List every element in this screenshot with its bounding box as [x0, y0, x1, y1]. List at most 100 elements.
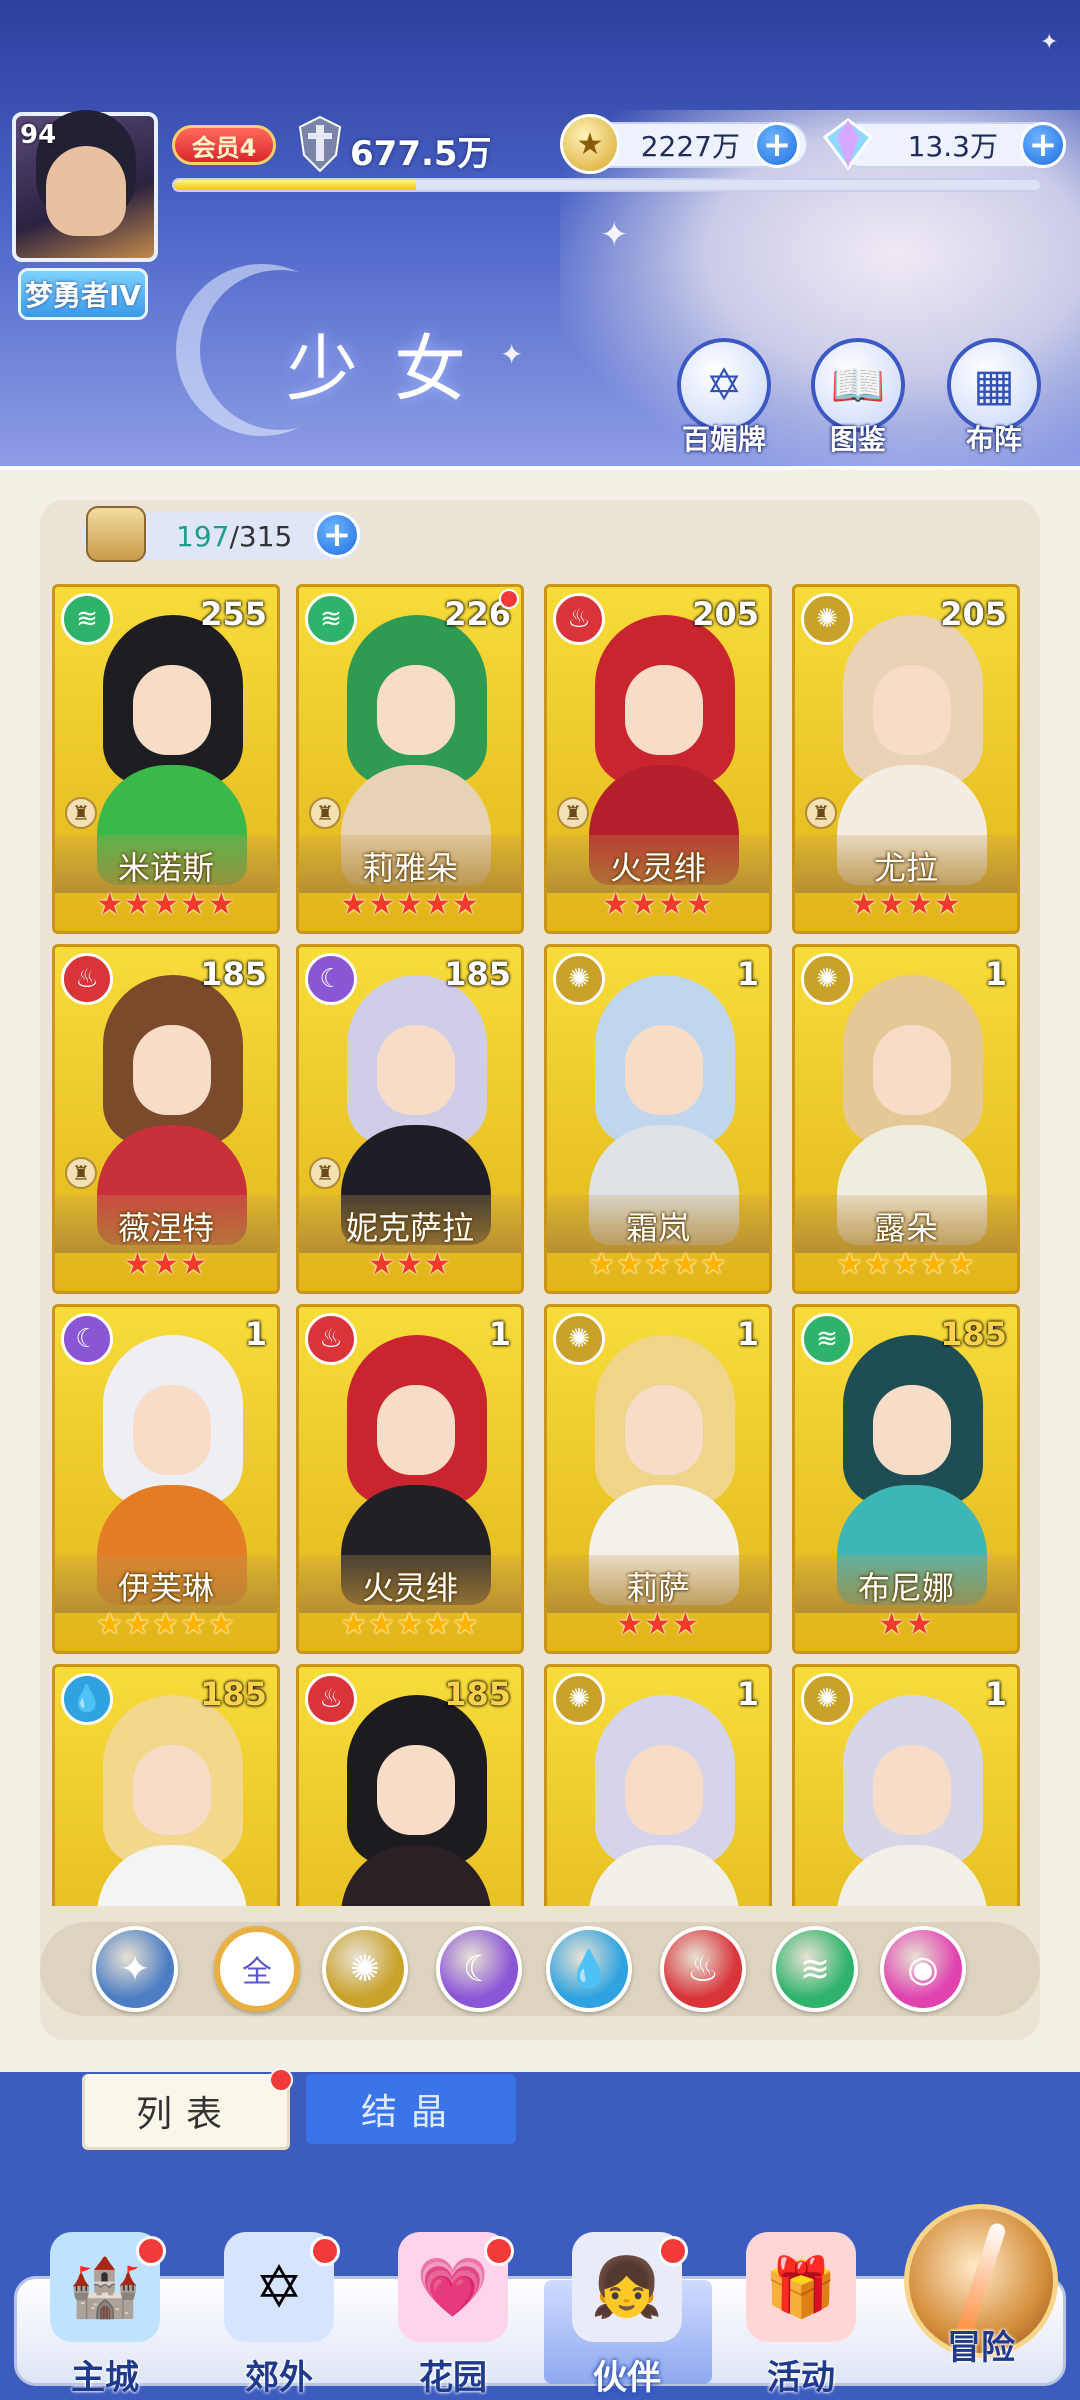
partner-card[interactable]: ≋ 255 ♜ 米诺斯 ★★★★★ — [52, 584, 280, 934]
codex-button[interactable]: 📖 图鉴 — [810, 338, 906, 458]
notification-dot — [136, 2236, 166, 2266]
portrait-face — [377, 1745, 455, 1835]
tab-crystal[interactable]: 结晶 — [306, 2074, 516, 2144]
filter-air-button[interactable]: ✦ — [92, 1926, 178, 2012]
nav-label: 伙伴 — [593, 2358, 661, 2398]
fire-element-icon: ♨ — [61, 953, 113, 1005]
gift-icon: 🎁 — [746, 2232, 856, 2342]
partner-card[interactable]: ♨ 1 火灵绯 ★★★★★ — [296, 1304, 524, 1654]
partner-card[interactable]: ✺ 205 ♜ 尤拉 ★★★★ — [792, 584, 1020, 934]
light-element-icon: ✺ — [553, 1673, 605, 1725]
adventure-label: 冒险 — [947, 2328, 1015, 2368]
player-avatar[interactable]: 94 — [12, 112, 158, 262]
star-icon: ★ — [368, 1607, 397, 1642]
partner-card[interactable]: ≋ 226 ♜ 莉雅朵 ★★★★★ — [296, 584, 524, 934]
filter-light-button[interactable]: ✺ — [322, 1926, 408, 2012]
star-rating: ★★★★★ — [55, 1607, 277, 1642]
chess-piece-icon: ♜ — [309, 797, 341, 829]
partner-level: 205 — [692, 595, 759, 633]
add-gold-button[interactable]: + — [754, 122, 800, 168]
chess-piece-icon: ♜ — [557, 797, 589, 829]
star-icon: ★ — [658, 887, 686, 922]
star-icon: ★ — [850, 887, 879, 922]
star-icon: ★ — [207, 1607, 236, 1642]
chess-piece-icon: ♜ — [65, 1157, 97, 1189]
partner-capacity-text: 197/315 — [176, 520, 292, 553]
portrait-face — [625, 1385, 703, 1475]
filter-pink-button[interactable]: ◉ — [880, 1926, 966, 2012]
nav-partners[interactable]: 👧 伙伴 — [552, 2232, 702, 2398]
vip-badge[interactable]: 会员4 — [172, 125, 276, 165]
star-icon: ★ — [906, 1607, 934, 1642]
nav-events[interactable]: 🎁 活动 — [726, 2232, 876, 2398]
partner-card[interactable]: 💧 185 — [52, 1664, 280, 1906]
star-icon: ★ — [644, 1607, 672, 1642]
codex-label: 图鉴 — [829, 423, 886, 456]
expand-capacity-button[interactable]: + — [314, 512, 360, 558]
partner-card[interactable]: ✺ 1 露朵 ★★★★★ — [792, 944, 1020, 1294]
formation-button[interactable]: ▦ 布阵 — [946, 338, 1042, 458]
notification-dot — [484, 2236, 514, 2266]
partner-card[interactable]: ≋ 185 布尼娜 ★★ — [792, 1304, 1020, 1654]
filter-dark-button[interactable]: ☾ — [436, 1926, 522, 2012]
star-icon: ★ — [616, 1607, 645, 1642]
partner-card[interactable]: ✺ 1 — [544, 1664, 772, 1906]
portrait-face — [377, 665, 455, 755]
charm-cards-button[interactable]: ✡ 百媚牌 — [676, 338, 772, 458]
gold-coin-icon: ★ — [560, 114, 620, 174]
filter-all-button[interactable]: 全 — [214, 1926, 300, 2012]
nav-garden[interactable]: 💗 花园 — [378, 2232, 528, 2398]
filter-wind-button[interactable]: ≋ — [772, 1926, 858, 2012]
star-rating: ★★★ — [299, 1247, 521, 1282]
light-element-icon: ✺ — [553, 953, 605, 1005]
partner-card[interactable]: ♨ 185 — [296, 1664, 524, 1906]
partner-name: 莉雅朵 — [361, 849, 458, 887]
notification-dot — [658, 2236, 688, 2266]
portrait-face — [133, 1025, 211, 1115]
star-icon: ★ — [124, 1247, 153, 1282]
filter-water-button[interactable]: 💧 — [546, 1926, 632, 2012]
combat-power-icon — [298, 115, 342, 173]
chess-piece-icon: ♜ — [309, 1157, 341, 1189]
partner-level: 1 — [736, 1675, 759, 1713]
nav-outskirts[interactable]: ✡ 郊外 — [204, 2232, 354, 2398]
partner-card[interactable]: ✺ 1 — [792, 1664, 1020, 1906]
star-icon: ★ — [423, 887, 452, 922]
filter-fire-button[interactable]: ♨ — [660, 1926, 746, 2012]
star-icon: ★ — [630, 887, 658, 922]
star-icon: ★ — [96, 1607, 125, 1642]
nav-city[interactable]: 🏰 主城 — [30, 2232, 180, 2398]
player-rank-badge: 梦勇者IV — [18, 268, 148, 320]
star-icon: ★ — [423, 1247, 452, 1282]
tab-list[interactable]: 列表 — [82, 2068, 293, 2150]
star-icon: ★ — [368, 1247, 397, 1282]
add-diamond-button[interactable]: + — [1020, 122, 1066, 168]
star-icon: ★ — [152, 887, 180, 922]
partner-card[interactable]: ☾ 185 ♜ 妮克萨拉 ★★★ — [296, 944, 524, 1294]
partner-card[interactable]: ✺ 1 莉萨 ★★★ — [544, 1304, 772, 1654]
partner-level: 185 — [940, 1315, 1007, 1353]
portrait-face — [133, 665, 211, 755]
star-icon: ★ — [179, 1607, 208, 1642]
notification-dot — [310, 2236, 340, 2266]
partner-card[interactable]: ☾ 1 伊芙琳 ★★★★★ — [52, 1304, 280, 1654]
dark-element-icon: ☾ — [61, 1313, 113, 1365]
star-rating: ★★★★ — [795, 887, 1017, 922]
portrait-face — [625, 1745, 703, 1835]
wind-element-icon: ≋ — [61, 593, 113, 645]
tab-list-label: 列表 — [135, 2093, 236, 2135]
star-rating: ★★★★★ — [299, 1607, 521, 1642]
partner-card[interactable]: ♨ 205 ♜ 火灵绯 ★★★★ — [544, 584, 772, 934]
star-rating: ★★★★★ — [299, 887, 521, 922]
star-icon: ★ — [179, 1247, 208, 1282]
star-icon: ★ — [340, 1607, 369, 1642]
partner-card[interactable]: ✺ 1 霜岚 ★★★★★ — [544, 944, 772, 1294]
star-icon: ★ — [933, 887, 962, 922]
partner-level: 185 — [200, 955, 267, 993]
notification-dot — [499, 589, 519, 609]
partner-level: 185 — [444, 1675, 511, 1713]
partner-card[interactable]: ♨ 185 ♜ 薇涅特 ★★★ — [52, 944, 280, 1294]
portrait-face — [625, 665, 703, 755]
star-icon: ★ — [124, 1607, 153, 1642]
portrait-face — [377, 1385, 455, 1475]
